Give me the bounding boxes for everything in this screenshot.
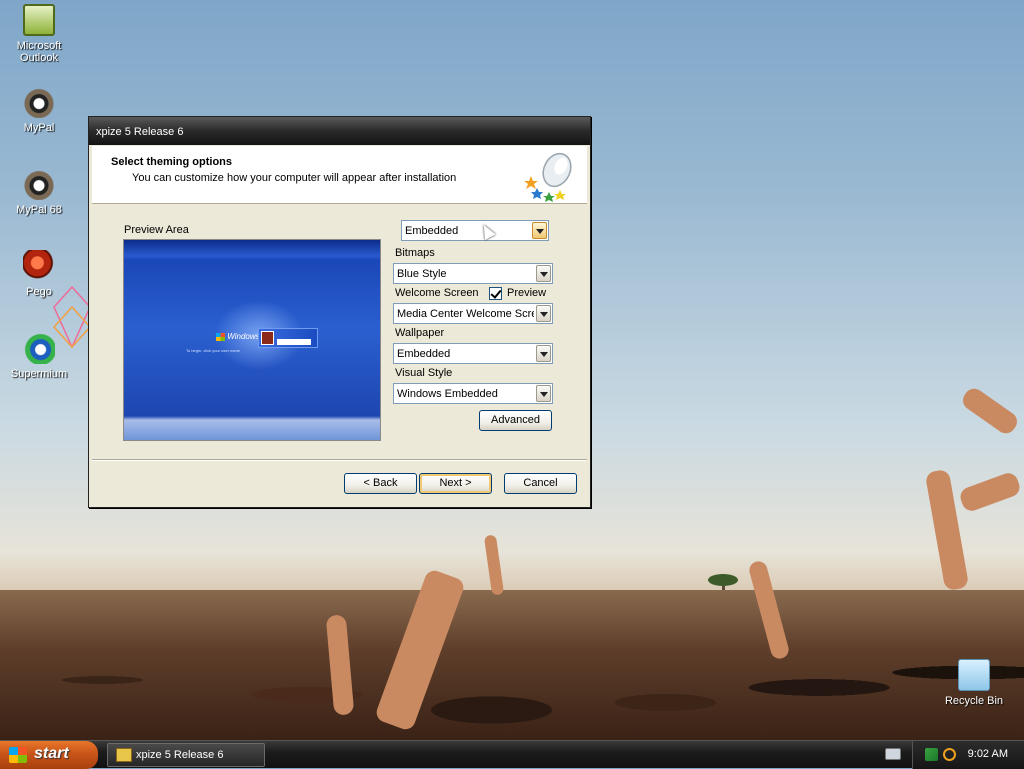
taskbar-button-xpize[interactable]: xpize 5 Release 6 [107, 743, 265, 767]
visual-style-value: Windows Embedded [397, 388, 498, 400]
desktop-icon-label: Recycle Bin [944, 695, 1004, 707]
header-title: Select theming options [111, 156, 233, 168]
windows-flag-icon [9, 747, 27, 763]
network-tray-icon[interactable] [925, 748, 938, 761]
system-tray: 9:02 AM [912, 741, 1024, 769]
desktop-icon-supermium[interactable]: Supermium [3, 332, 75, 380]
desktop-icon-mypal[interactable]: MyPal [3, 86, 75, 134]
raised-hand [957, 470, 1023, 514]
wallpaper-label: Wallpaper [395, 327, 445, 339]
welcome-preview-checkbox[interactable] [489, 287, 502, 300]
desktop-icon-outlook[interactable]: Microsoft Outlook [3, 4, 75, 64]
pego-icon [23, 250, 55, 282]
taskbar: start xpize 5 Release 6 9:02 AM [0, 740, 1024, 769]
preview-user-tile [258, 328, 318, 348]
welcome-screen-value: Media Center Welcome Scree [397, 308, 534, 320]
visual-style-label: Visual Style [395, 367, 453, 379]
footer-divider [92, 459, 587, 461]
preview-prompt: To begin, click your user name [186, 348, 241, 353]
chevron-down-icon[interactable] [536, 345, 551, 362]
window-title: xpize 5 Release 6 [96, 126, 184, 138]
raised-arm [924, 468, 970, 592]
chevron-down-icon[interactable] [536, 305, 551, 322]
folder-icon [116, 748, 132, 762]
cancel-button[interactable]: Cancel [504, 473, 577, 494]
raccoon-icon [23, 168, 55, 200]
chevron-down-icon[interactable] [536, 265, 551, 282]
preview-area: Windows To begin, click your user name [123, 239, 381, 441]
crowd-silhouette [0, 590, 1024, 740]
desktop-icon-recycle-bin[interactable]: Recycle Bin [938, 659, 1010, 707]
outlook-icon [23, 4, 55, 36]
welcome-screen-dropdown[interactable]: Media Center Welcome Scree [393, 303, 553, 324]
chevron-down-icon[interactable] [532, 222, 547, 239]
raccoon-icon [23, 86, 55, 118]
raised-hand [959, 384, 1021, 438]
bitmaps-label: Bitmaps [395, 247, 435, 259]
preview-windows-logo: Windows [216, 332, 260, 341]
advanced-button[interactable]: Advanced [479, 410, 552, 431]
back-button[interactable]: < Back [344, 473, 417, 494]
window-titlebar[interactable]: xpize 5 Release 6 [89, 117, 590, 145]
preview-area-label: Preview Area [124, 224, 189, 236]
raised-arm [483, 534, 505, 596]
next-button[interactable]: Next > [419, 473, 492, 494]
taskbar-button-label: xpize 5 Release 6 [136, 749, 224, 761]
desktop-icon-label: Microsoft Outlook [16, 40, 62, 64]
start-button[interactable]: start [0, 741, 98, 769]
theming-wizard-icon [524, 152, 572, 202]
recycle-bin-icon [958, 659, 990, 691]
bitmaps-dropdown[interactable]: Blue Style [393, 263, 553, 284]
start-label: start [34, 745, 69, 762]
desktop-icon-label: MyPal 68 [16, 204, 62, 216]
preview-avatar [261, 331, 274, 345]
installer-window: xpize 5 Release 6 Select theming options… [88, 116, 591, 508]
preview-logo-text: Windows [227, 332, 260, 341]
theme-preset-value: Embedded [405, 225, 459, 237]
search-tray-icon[interactable] [943, 748, 956, 761]
welcome-preview-label: Preview [507, 287, 547, 299]
header-subtitle: You can customize how your computer will… [132, 172, 457, 184]
connection-icon[interactable] [885, 748, 901, 760]
wallpaper-dropdown[interactable]: Embedded [393, 343, 553, 364]
welcome-screen-label: Welcome Screen [395, 287, 479, 299]
bitmaps-value: Blue Style [397, 268, 447, 280]
visual-style-dropdown[interactable]: Windows Embedded [393, 383, 553, 404]
chevron-down-icon[interactable] [536, 385, 551, 402]
theme-preset-dropdown[interactable]: Embedded [401, 220, 549, 241]
wallpaper-value: Embedded [397, 348, 451, 360]
clock[interactable]: 9:02 AM [968, 748, 1008, 760]
windows-flag-icon [216, 332, 225, 341]
wizard-header: Select theming options You can customize… [92, 146, 587, 204]
desktop-icon-mypal-68[interactable]: MyPal 68 [3, 168, 75, 216]
supermium-icon [23, 332, 55, 364]
desktop-icon-label: Supermium [10, 368, 68, 380]
preview-password-field [277, 339, 311, 345]
desktop-icon-label: MyPal [23, 122, 55, 134]
